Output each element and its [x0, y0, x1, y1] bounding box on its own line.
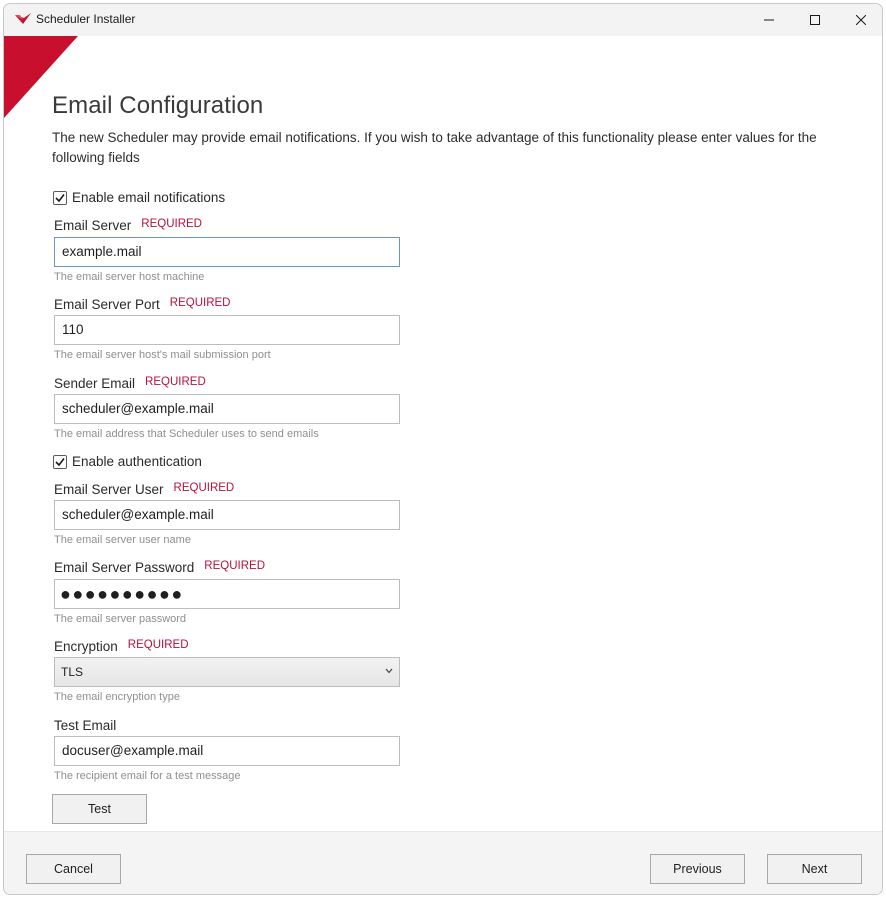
test-email-label-text: Test Email: [54, 718, 117, 733]
email-server-password-input[interactable]: ●●●●●●●●●●: [54, 579, 400, 609]
encryption-selected-value: TLS: [61, 665, 84, 679]
page-title: Email Configuration: [52, 92, 264, 119]
required-badge: REQUIRED: [145, 376, 206, 388]
encryption-label-text: Encryption: [54, 639, 118, 654]
test-button[interactable]: Test: [52, 794, 147, 824]
required-badge: REQUIRED: [204, 560, 265, 572]
sender-email-label-text: Sender Email: [54, 376, 136, 391]
sender-email-label: Sender Email REQUIRED: [54, 376, 206, 391]
email-server-label-text: Email Server: [54, 218, 132, 233]
email-server-port-input[interactable]: 110: [54, 315, 400, 345]
email-server-user-input[interactable]: scheduler@example.mail: [54, 500, 400, 530]
maximize-icon: [810, 15, 820, 25]
email-server-password-label: Email Server Password REQUIRED: [54, 560, 265, 575]
enable-authentication-label: Enable authentication: [72, 454, 202, 469]
required-badge: REQUIRED: [127, 639, 189, 651]
installer-window: Scheduler Installer Email Configuration …: [3, 3, 883, 895]
checkmark-icon: [55, 193, 65, 202]
sender-email-input[interactable]: scheduler@example.mail: [54, 394, 400, 424]
cancel-button[interactable]: Cancel: [26, 854, 121, 884]
previous-button[interactable]: Previous: [650, 854, 745, 884]
email-server-password-help: The email server password: [54, 613, 187, 625]
page-description: The new Scheduler may provide email noti…: [52, 130, 817, 165]
sender-email-help: The email address that Scheduler uses to…: [54, 428, 319, 440]
email-server-port-label: Email Server Port REQUIRED: [54, 297, 230, 312]
close-button[interactable]: [838, 4, 882, 36]
required-badge: REQUIRED: [169, 297, 231, 309]
title-bar: Scheduler Installer: [4, 4, 882, 36]
minimize-button[interactable]: [746, 4, 792, 36]
email-server-user-help: The email server user name: [54, 534, 191, 546]
enable-notifications-label: Enable email notifications: [72, 190, 226, 205]
email-server-password-label-text: Email Server Password: [54, 560, 195, 575]
test-email-label: Test Email: [54, 718, 116, 733]
enable-authentication-checkbox[interactable]: [53, 454, 67, 469]
encryption-help: The email encryption type: [54, 691, 180, 703]
test-email-help: The recipient email for a test message: [54, 770, 241, 782]
email-server-input[interactable]: example.mail: [54, 237, 400, 267]
test-email-input[interactable]: docuser@example.mail: [54, 736, 400, 766]
email-server-label: Email Server REQUIRED: [54, 218, 202, 233]
checkmark-icon: [55, 457, 65, 466]
next-button[interactable]: Next: [767, 854, 862, 884]
enable-authentication-row[interactable]: Enable authentication: [53, 454, 202, 469]
enable-notifications-row[interactable]: Enable email notifications: [53, 190, 225, 205]
footer-bar: Cancel Previous Next: [4, 831, 882, 894]
encryption-select[interactable]: TLS: [54, 657, 400, 687]
email-server-help: The email server host machine: [54, 271, 205, 283]
close-icon: [856, 15, 866, 25]
email-server-user-label-text: Email Server User: [54, 482, 164, 497]
required-badge: REQUIRED: [173, 482, 235, 494]
chevron-down-icon: [385, 668, 393, 674]
email-server-port-help: The email server host's mail submission …: [54, 349, 271, 361]
email-server-user-label: Email Server User REQUIRED: [54, 482, 234, 497]
app-logo-icon: [14, 12, 32, 26]
window-title: Scheduler Installer: [36, 12, 136, 26]
required-badge: REQUIRED: [141, 218, 202, 230]
minimize-icon: [764, 19, 774, 21]
maximize-button[interactable]: [792, 4, 838, 36]
main-content: Email Configuration The new Scheduler ma…: [4, 36, 882, 831]
enable-notifications-checkbox[interactable]: [53, 190, 67, 205]
encryption-label: Encryption REQUIRED: [54, 639, 189, 654]
email-server-port-label-text: Email Server Port: [54, 297, 160, 312]
